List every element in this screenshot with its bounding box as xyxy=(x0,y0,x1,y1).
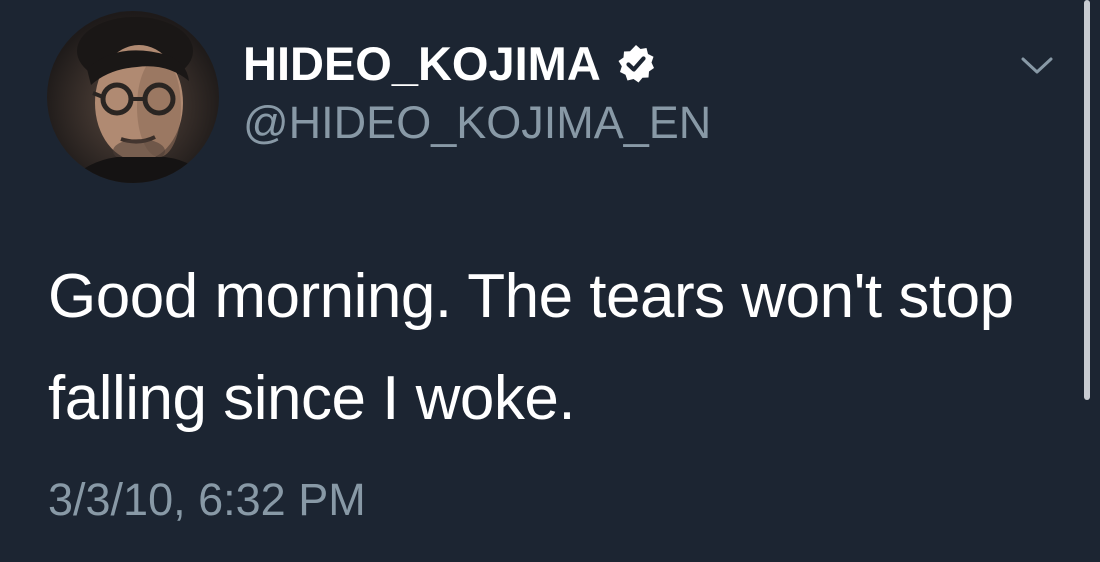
avatar[interactable] xyxy=(47,11,219,183)
tweet-text: Good morning. The tears won't stop falli… xyxy=(48,262,1014,433)
author-handle[interactable]: @HIDEO_KOJIMA_EN xyxy=(243,97,711,149)
verified-badge-icon xyxy=(615,43,657,85)
tweet-timestamp[interactable]: 3/3/10, 6:32 PM xyxy=(48,472,366,528)
author-name-row: HIDEO_KOJIMA xyxy=(243,36,657,92)
avatar-image xyxy=(67,17,207,183)
tweet-card: HIDEO_KOJIMA @HIDEO_KOJIMA_EN Good morni… xyxy=(0,0,1100,562)
chevron-down-icon[interactable] xyxy=(1018,50,1056,80)
scrollbar[interactable] xyxy=(1084,0,1090,400)
display-name[interactable]: HIDEO_KOJIMA xyxy=(243,36,601,92)
